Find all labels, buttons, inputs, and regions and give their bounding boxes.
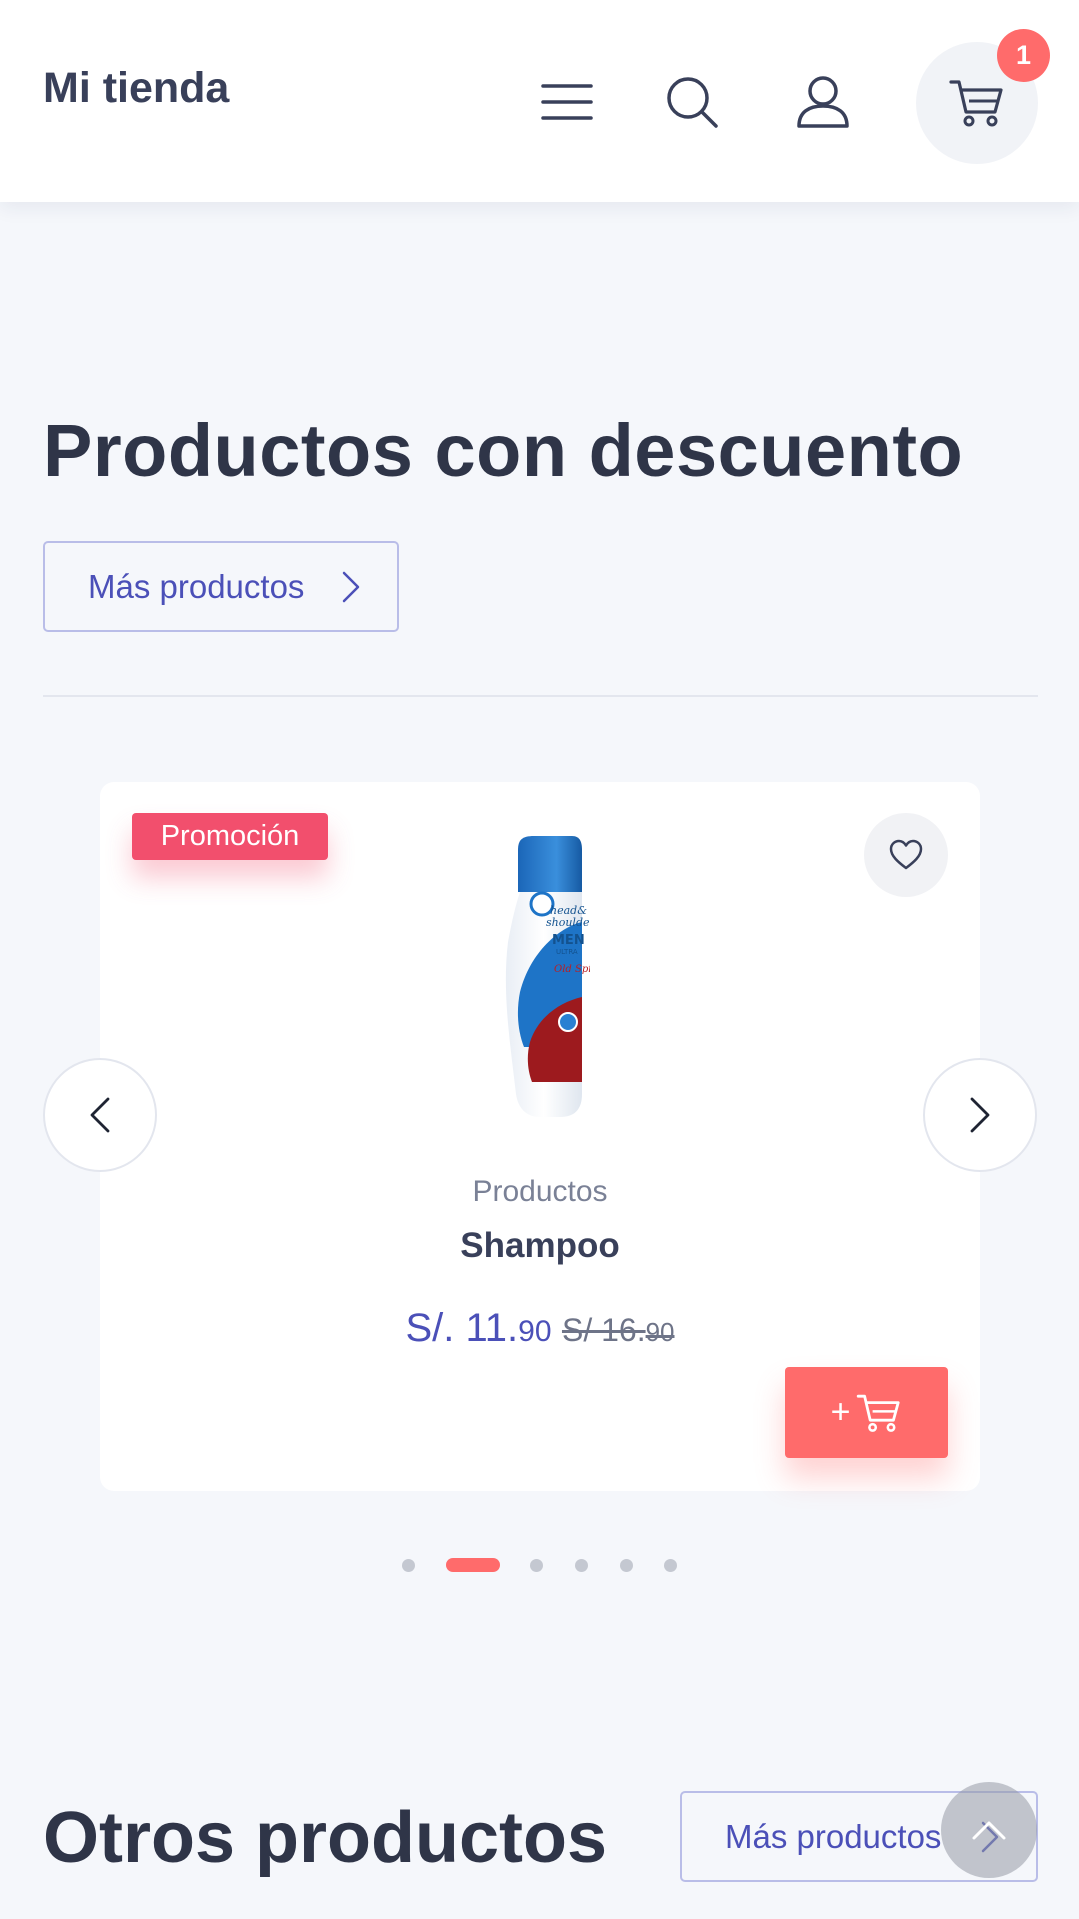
old-price-integer: S/ 16. <box>561 1312 646 1348</box>
favorite-button[interactable] <box>864 813 948 897</box>
carousel-prev-button[interactable] <box>43 1058 157 1172</box>
carousel-dot[interactable] <box>530 1559 543 1572</box>
account-button[interactable] <box>786 70 860 134</box>
svg-text:MEN: MEN <box>552 933 585 948</box>
top-bar: Mi tienda 1 <box>0 0 1079 202</box>
section-divider <box>43 695 1038 697</box>
price-integer: 11. <box>454 1306 519 1350</box>
price-currency: S/. <box>405 1306 455 1350</box>
old-price-decimals: 90 <box>645 1317 675 1347</box>
search-button[interactable] <box>655 70 729 134</box>
scroll-to-top-button[interactable] <box>941 1782 1037 1878</box>
cart-icon <box>949 80 1003 127</box>
other-section-title: Otros productos <box>43 1798 608 1878</box>
chevron-right-icon <box>342 571 360 602</box>
add-plus-label: + <box>830 1393 851 1431</box>
svg-text:Old Spice: Old Spice <box>554 964 590 975</box>
carousel-dot[interactable] <box>664 1559 677 1572</box>
price-decimals: 90 <box>518 1315 552 1348</box>
menu-button[interactable] <box>530 70 604 134</box>
svg-text:shoulders: shoulders <box>546 916 590 929</box>
carousel-pagination <box>0 1558 1079 1572</box>
product-name[interactable]: Shampoo <box>100 1226 980 1266</box>
add-to-cart-button[interactable]: + <box>785 1367 948 1458</box>
cart-count-badge: 1 <box>997 29 1050 82</box>
carousel-dot[interactable] <box>575 1559 588 1572</box>
store-brand[interactable]: Mi tienda <box>43 64 229 113</box>
price-row: S/. 11.90 S/ 16.90 <box>100 1306 980 1351</box>
shampoo-bottle-image: head& shoulders MEN ULTRA Old Spice <box>505 836 590 1117</box>
heart-icon <box>889 839 923 870</box>
search-icon <box>667 77 718 128</box>
original-price: S/ 16.90 <box>562 1312 675 1348</box>
chevron-left-icon <box>90 1097 110 1133</box>
more-products-button[interactable]: Más productos <box>43 541 399 632</box>
more-products-label: Más productos <box>88 567 305 605</box>
carousel-dot[interactable] <box>620 1559 633 1572</box>
menu-icon <box>541 84 593 120</box>
promo-badge: Promoción <box>132 813 328 860</box>
chevron-right-icon <box>970 1097 990 1133</box>
carousel-dot[interactable] <box>402 1559 415 1572</box>
svg-text:ULTRA: ULTRA <box>556 948 578 956</box>
chevron-up-icon <box>972 1821 1006 1840</box>
product-category: Productos <box>472 1175 608 1208</box>
discount-section-title: Productos con descuento <box>43 409 964 492</box>
cart-icon <box>857 1394 901 1432</box>
user-icon <box>797 76 849 128</box>
carousel-dot[interactable] <box>446 1558 500 1572</box>
current-price: S/. 11.90 <box>405 1306 551 1350</box>
carousel-next-button[interactable] <box>923 1058 1037 1172</box>
more-products-label-2: Más productos <box>725 1817 942 1855</box>
